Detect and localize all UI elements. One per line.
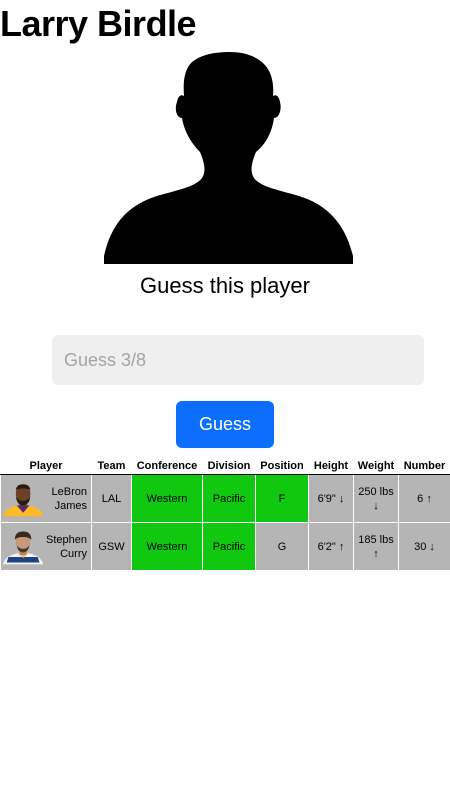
cell-team: GSW bbox=[91, 522, 132, 571]
guess-prompt: Guess this player bbox=[140, 273, 310, 298]
table-row: Stephen Curry GSW Western Pacific G 6'2"… bbox=[0, 522, 450, 571]
lebron-james-headshot-icon bbox=[3, 483, 44, 516]
player-name: Stephen Curry bbox=[46, 533, 87, 560]
cell-number: 6 ↑ bbox=[398, 474, 450, 523]
cell-position: F bbox=[255, 474, 309, 523]
header-division: Division bbox=[202, 457, 256, 475]
table-row: LeBron James LAL Western Pacific F 6'9" … bbox=[0, 474, 450, 523]
header-team: Team bbox=[91, 457, 132, 475]
app-title: Larry Birdle bbox=[0, 3, 197, 44]
guess-results-table: Player Team Conference Division Position… bbox=[0, 457, 450, 571]
cell-player: Stephen Curry bbox=[0, 522, 92, 571]
header-position: Position bbox=[255, 457, 309, 475]
stephen-curry-headshot-icon bbox=[3, 530, 44, 564]
cell-conference: Western bbox=[131, 474, 203, 523]
cell-team: LAL bbox=[91, 474, 132, 523]
player-name: LeBron James bbox=[51, 485, 87, 512]
table-header-row: Player Team Conference Division Position… bbox=[0, 457, 450, 475]
mystery-player-silhouette-icon bbox=[104, 52, 353, 264]
cell-height: 6'2" ↑ bbox=[308, 522, 354, 571]
cell-position: G bbox=[255, 522, 309, 571]
cell-conference: Western bbox=[131, 522, 203, 571]
header-conference: Conference bbox=[131, 457, 203, 475]
header-number: Number bbox=[398, 457, 450, 475]
guess-input[interactable] bbox=[52, 335, 424, 385]
cell-division: Pacific bbox=[202, 474, 256, 523]
header-player: Player bbox=[0, 457, 92, 475]
cell-player: LeBron James bbox=[0, 474, 92, 523]
header-weight: Weight bbox=[353, 457, 399, 475]
cell-height: 6'9" ↓ bbox=[308, 474, 354, 523]
header-height: Height bbox=[308, 457, 354, 475]
guess-button[interactable]: Guess bbox=[176, 401, 274, 448]
cell-weight: 250 lbs ↓ bbox=[353, 474, 399, 523]
cell-number: 30 ↓ bbox=[398, 522, 450, 571]
cell-weight: 185 lbs ↑ bbox=[353, 522, 399, 571]
cell-division: Pacific bbox=[202, 522, 256, 571]
